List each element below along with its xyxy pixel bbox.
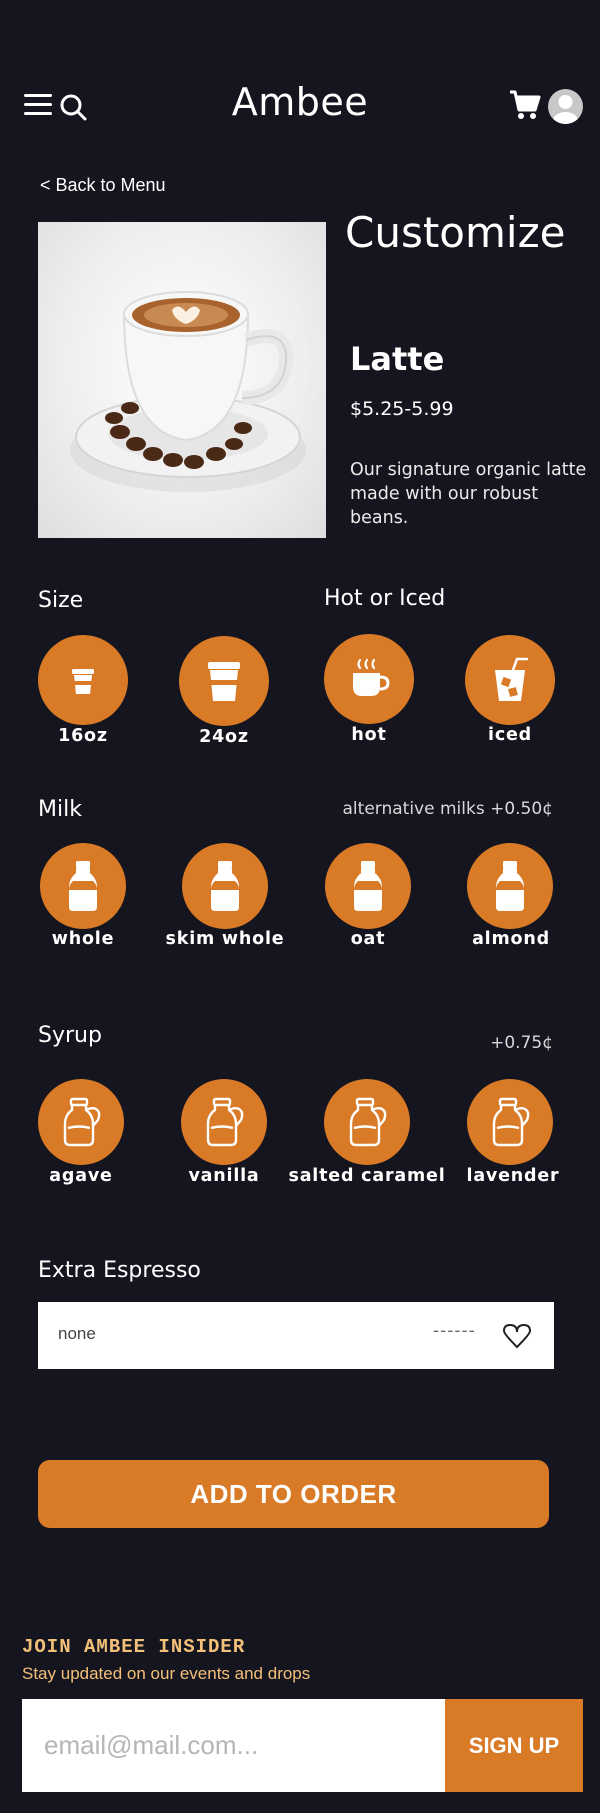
temperature-iced-button[interactable] bbox=[465, 635, 555, 725]
product-name: Latte bbox=[350, 340, 445, 378]
product-description: Our signature organic latte made with ou… bbox=[350, 460, 587, 528]
milk-almond-label: almond bbox=[472, 929, 550, 949]
milk-oat-label: oat bbox=[350, 929, 386, 949]
shopping-cart-icon[interactable] bbox=[508, 88, 542, 122]
user-avatar-icon[interactable] bbox=[548, 89, 583, 124]
espresso-section-title: Extra Espresso bbox=[38, 1258, 201, 1283]
syrup-lavender-label: lavender bbox=[466, 1166, 560, 1186]
chevron-down-icon bbox=[500, 1321, 534, 1351]
extra-espresso-value: none bbox=[58, 1324, 96, 1343]
milk-whole-label: whole bbox=[51, 929, 115, 949]
back-to-menu-link[interactable]: < Back to Menu bbox=[40, 175, 166, 196]
milk-skim-whole-label: skim whole bbox=[165, 929, 285, 949]
milk-skim-whole-button[interactable] bbox=[182, 843, 268, 929]
milk-bottle-icon bbox=[354, 861, 382, 911]
milk-almond-button[interactable] bbox=[467, 843, 553, 929]
size-16oz-button[interactable] bbox=[38, 635, 128, 725]
syrup-price-note: +0.75¢ bbox=[490, 1033, 553, 1053]
add-to-order-button[interactable]: ADD TO ORDER bbox=[38, 1460, 549, 1528]
syrup-section-title: Syrup bbox=[38, 1023, 102, 1048]
iced-cup-icon bbox=[495, 657, 529, 701]
milk-bottle-icon bbox=[211, 861, 239, 911]
milk-price-note: alternative milks +0.50¢ bbox=[342, 799, 553, 819]
extra-espresso-placeholder-dashes: ------ bbox=[433, 1321, 476, 1341]
product-price: $5.25-5.99 bbox=[350, 398, 454, 420]
temperature-section-title: Hot or Iced bbox=[324, 586, 446, 611]
syrup-jar-icon bbox=[492, 1097, 530, 1147]
size-16oz-label: 16oz bbox=[58, 726, 108, 746]
size-24oz-button[interactable] bbox=[179, 636, 269, 726]
hot-cup-icon bbox=[353, 658, 390, 696]
sign-up-button[interactable]: SIGN UP bbox=[445, 1699, 583, 1792]
syrup-vanilla-button[interactable] bbox=[181, 1079, 267, 1165]
syrup-jar-icon bbox=[63, 1097, 101, 1147]
syrup-jar-icon bbox=[349, 1097, 387, 1147]
latte-cup-photo bbox=[38, 222, 326, 538]
temperature-hot-button[interactable] bbox=[324, 634, 414, 724]
newsletter-email-input[interactable] bbox=[22, 1699, 445, 1792]
milk-bottle-icon bbox=[496, 861, 524, 911]
newsletter-subtitle: Stay updated on our events and drops bbox=[22, 1664, 311, 1683]
large-cup-icon bbox=[208, 662, 240, 701]
size-section-title: Size bbox=[38, 588, 84, 613]
syrup-salted-caramel-button[interactable] bbox=[324, 1079, 410, 1165]
syrup-lavender-button[interactable] bbox=[467, 1079, 553, 1165]
milk-whole-button[interactable] bbox=[40, 843, 126, 929]
syrup-jar-icon bbox=[206, 1097, 244, 1147]
syrup-salted-caramel-label: salted caramel bbox=[288, 1166, 446, 1186]
small-cup-icon bbox=[72, 669, 94, 694]
page-title: Customize bbox=[345, 208, 566, 257]
newsletter-title: JOIN AMBEE INSIDER bbox=[22, 1636, 246, 1658]
temperature-hot-label: hot bbox=[351, 725, 387, 745]
temperature-iced-label: iced bbox=[488, 725, 532, 745]
extra-espresso-select[interactable]: none ------ bbox=[38, 1302, 554, 1369]
milk-bottle-icon bbox=[69, 861, 97, 911]
size-24oz-label: 24oz bbox=[199, 727, 249, 747]
syrup-vanilla-label: vanilla bbox=[188, 1166, 260, 1186]
milk-oat-button[interactable] bbox=[325, 843, 411, 929]
syrup-agave-label: agave bbox=[49, 1166, 113, 1186]
syrup-agave-button[interactable] bbox=[38, 1079, 124, 1165]
milk-section-title: Milk bbox=[38, 797, 82, 822]
